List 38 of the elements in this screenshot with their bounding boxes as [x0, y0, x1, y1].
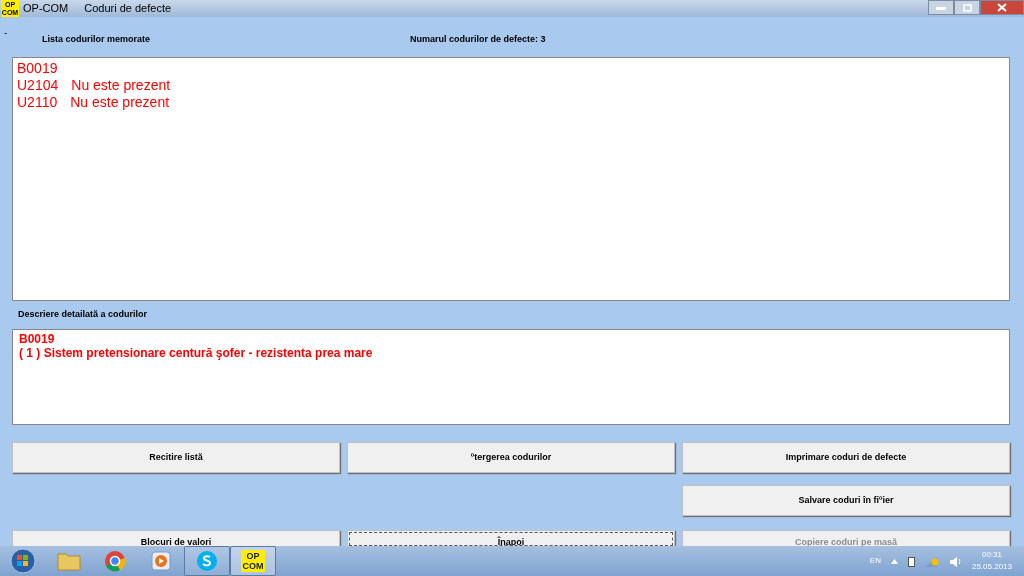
code-text: B0019 — [17, 60, 58, 77]
minimize-button[interactable] — [928, 0, 954, 15]
action-button[interactable]: Recitire listă — [12, 442, 340, 473]
app-name: OP-COM — [23, 1, 69, 17]
taskbar-button[interactable] — [184, 546, 230, 576]
action-button[interactable]: ºtergerea codurilor — [347, 442, 675, 473]
clock-date: 25.05.2013 — [971, 561, 1012, 573]
list-label: Lista codurilor memorate — [42, 33, 151, 46]
battery-icon[interactable] — [907, 555, 915, 567]
description-line: ( 1 ) Sistem pretensionare centură şofer - rezistenta prea mare — [19, 346, 373, 360]
skype-icon — [196, 550, 218, 572]
taskbar-button[interactable]: OP COM — [230, 546, 276, 576]
action-button[interactable]: Salvare coduri în fiºier — [682, 485, 1010, 516]
start-orb-icon[interactable] — [10, 548, 36, 574]
window-title: Coduri de defecte — [84, 1, 172, 17]
action-button[interactable]: Înapoi — [347, 530, 675, 546]
maximize-button[interactable] — [954, 0, 980, 15]
maximize-icon — [962, 3, 972, 12]
code-text: U2104 — [17, 77, 59, 94]
volume-icon[interactable] — [948, 555, 962, 567]
folder-icon[interactable] — [57, 551, 81, 571]
description-line: B0019 — [19, 332, 55, 346]
description-label: Descriere detailată a codurilor — [18, 308, 148, 322]
clock-time: 00:31 — [980, 549, 1003, 561]
browser-icon[interactable] — [104, 550, 126, 572]
code-status: Nu este prezent — [70, 94, 170, 111]
code-status: Nu este prezent — [71, 77, 171, 94]
close-icon — [997, 3, 1007, 12]
code-count-label: Numarul codurilor de defecte: 3 — [410, 33, 546, 46]
action-button[interactable]: Imprimare coduri de defecte — [682, 442, 1010, 473]
dash-mark: - — [4, 26, 8, 40]
action-button[interactable]: Blocuri de valori — [12, 530, 340, 546]
minimize-icon — [936, 5, 946, 10]
close-button[interactable] — [980, 0, 1024, 15]
media-player-icon[interactable] — [151, 551, 171, 571]
opcom-logo-icon: OP COM — [241, 550, 265, 572]
show-hidden-icons-icon[interactable] — [890, 558, 898, 564]
code-text: U2110 — [17, 94, 58, 111]
